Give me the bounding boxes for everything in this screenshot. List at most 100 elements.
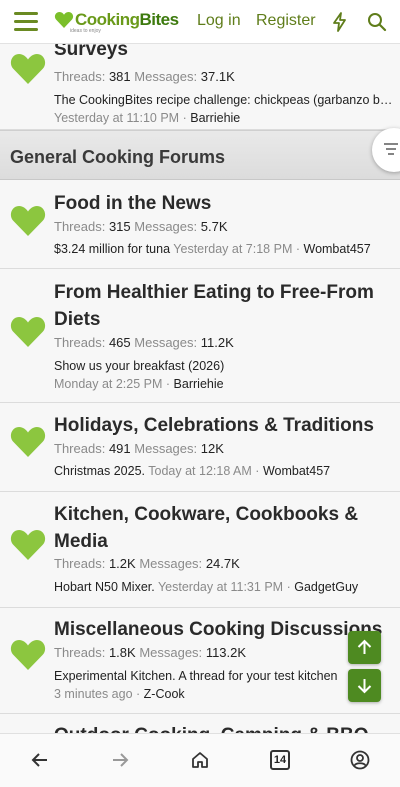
- heart-logo-icon: [54, 12, 74, 28]
- messages-count: 37.1K: [200, 69, 235, 84]
- browser-bottom-bar: 14: [0, 733, 400, 787]
- forum-row-surveys[interactable]: Surveys Threads: 381 Messages: 37.1K The…: [0, 44, 400, 130]
- latest-time: Yesterday at 11:10 PM: [54, 111, 180, 125]
- logo-text-main: Cooking: [75, 10, 140, 29]
- logo-text: CookingBites: [75, 10, 179, 30]
- forum-row[interactable]: Food in the News Threads: 315 Messages: …: [0, 180, 400, 269]
- messages-label: Messages:: [134, 335, 198, 350]
- forward-icon[interactable]: [110, 750, 130, 770]
- messages-count: 12K: [200, 441, 224, 456]
- home-icon[interactable]: [190, 750, 210, 770]
- menu-icon[interactable]: [14, 12, 38, 32]
- messages-count: 24.7K: [205, 556, 240, 571]
- logo-text-accent: Bites: [139, 10, 180, 29]
- messages-label: Messages:: [134, 441, 198, 456]
- scroll-down-button[interactable]: [348, 669, 381, 702]
- heart-icon: [10, 640, 46, 670]
- separator: ·: [165, 377, 171, 391]
- section-header[interactable]: General Cooking Forums: [0, 130, 400, 180]
- latest-user[interactable]: Barriehie: [174, 377, 224, 391]
- latest-post-title[interactable]: Experimental Kitchen. A thread for your …: [54, 669, 344, 683]
- latest-post-meta: Monday at 2:25 PM · Barriehie: [54, 377, 224, 391]
- latest-time: 3 minutes ago: [54, 687, 133, 701]
- forum-list: Surveys Threads: 381 Messages: 37.1K The…: [0, 44, 400, 733]
- forum-row[interactable]: Miscellaneous Cooking Discussions Thread…: [0, 608, 400, 714]
- threads-count: 1.8K: [108, 645, 136, 660]
- heart-icon: [10, 317, 46, 347]
- forum-title-line2: Media: [54, 531, 108, 552]
- account-icon[interactable]: [350, 750, 370, 770]
- heart-icon: [10, 54, 46, 84]
- forum-title[interactable]: Miscellaneous Cooking Discussions: [54, 616, 384, 643]
- threads-count: 465: [108, 335, 131, 350]
- forum-stats: Threads: 1.2K Messages: 24.7K: [54, 556, 240, 571]
- forum-title[interactable]: Holidays, Celebrations & Traditions: [54, 412, 384, 439]
- latest-post-meta: Yesterday at 11:10 PM · Barriehie: [54, 111, 240, 125]
- latest-post: $3.24 million for tuna Yesterday at 7:18…: [54, 242, 394, 256]
- scroll-up-button[interactable]: [348, 631, 381, 664]
- latest-time: Yesterday at 11:31 PM: [157, 580, 284, 594]
- forum-title-line2: Diets: [54, 309, 101, 330]
- threads-label: Threads:: [54, 645, 106, 660]
- site-header: CookingBites ideas to enjoy Log in Regis…: [0, 0, 400, 44]
- forum-row[interactable]: From Healthier Eating to Free-From Diets …: [0, 269, 400, 403]
- forum-row[interactable]: Holidays, Celebrations & Traditions Thre…: [0, 403, 400, 492]
- forum-row[interactable]: Kitchen, Cookware, Cookbooks & Media Thre…: [0, 492, 400, 608]
- messages-label: Messages:: [139, 556, 203, 571]
- separator: ·: [286, 580, 291, 594]
- messages-count: 11.2K: [200, 335, 234, 350]
- latest-user[interactable]: Z-Cook: [144, 687, 185, 701]
- threads-count: 1.2K: [108, 556, 136, 571]
- latest-post: Christmas 2025. Today at 12:18 AM · Womb…: [54, 464, 394, 478]
- forum-stats: Threads: 315 Messages: 5.7K: [54, 219, 228, 234]
- section-title: General Cooking Forums: [10, 147, 226, 167]
- forum-title[interactable]: From Healthier Eating to Free-From Diets: [54, 279, 384, 333]
- latest-user[interactable]: Wombat457: [304, 242, 371, 256]
- separator: ·: [255, 464, 260, 478]
- login-link[interactable]: Log in: [197, 12, 241, 30]
- latest-post-title[interactable]: Christmas 2025.: [54, 464, 145, 478]
- forum-stats: Threads: 465 Messages: 11.2K: [54, 335, 234, 350]
- threads-count: 491: [108, 441, 131, 456]
- separator: ·: [136, 687, 141, 701]
- forum-title[interactable]: Outdoor Cooking, Camping & BBQ: [54, 722, 384, 733]
- latest-post-title[interactable]: The CookingBites recipe challenge: chick…: [54, 93, 394, 107]
- heart-icon: [10, 206, 46, 236]
- filter-icon: [384, 143, 398, 155]
- messages-label: Messages:: [134, 219, 198, 234]
- separator: ·: [182, 111, 187, 125]
- arrow-down-icon: [357, 679, 372, 694]
- threads-count: 315: [108, 219, 131, 234]
- latest-post-title[interactable]: Hobart N50 Mixer.: [54, 580, 155, 594]
- messages-count: 113.2K: [205, 645, 247, 660]
- latest-post-title[interactable]: Show us your breakfast (2026): [54, 359, 394, 373]
- messages-label: Messages:: [139, 645, 203, 660]
- tabs-icon[interactable]: 14: [270, 750, 290, 770]
- forum-row[interactable]: Outdoor Cooking, Camping & BBQ: [0, 714, 400, 733]
- search-icon[interactable]: [367, 12, 387, 32]
- latest-user[interactable]: GadgetGuy: [294, 580, 358, 594]
- threads-count: 381: [108, 69, 131, 84]
- threads-label: Threads:: [54, 441, 106, 456]
- latest-post-meta: 3 minutes ago · Z-Cook: [54, 687, 185, 701]
- latest-post-title[interactable]: $3.24 million for tuna: [54, 242, 170, 256]
- heart-icon: [10, 530, 46, 560]
- site-logo[interactable]: CookingBites: [54, 10, 179, 30]
- forum-title[interactable]: Kitchen, Cookware, Cookbooks & Media: [54, 501, 384, 555]
- forum-title-line1: Kitchen, Cookware, Cookbooks &: [54, 504, 359, 525]
- latest-user[interactable]: Wombat457: [263, 464, 330, 478]
- back-icon[interactable]: [30, 750, 50, 770]
- messages-count: 5.7K: [200, 219, 228, 234]
- forum-title[interactable]: Food in the News: [54, 190, 384, 217]
- latest-user[interactable]: Barriehie: [190, 111, 240, 125]
- latest-time: Yesterday at 7:18 PM: [173, 242, 293, 256]
- logo-tagline: ideas to enjoy: [70, 28, 101, 34]
- forum-title[interactable]: Surveys: [54, 44, 384, 63]
- threads-label: Threads:: [54, 69, 106, 84]
- register-link[interactable]: Register: [256, 12, 316, 30]
- latest-post: Hobart N50 Mixer. Yesterday at 11:31 PM …: [54, 580, 394, 594]
- latest-time: Monday at 2:25 PM: [54, 377, 163, 391]
- threads-label: Threads:: [54, 335, 106, 350]
- forum-stats: Threads: 1.8K Messages: 113.2K: [54, 645, 246, 660]
- bolt-icon[interactable]: [331, 12, 349, 32]
